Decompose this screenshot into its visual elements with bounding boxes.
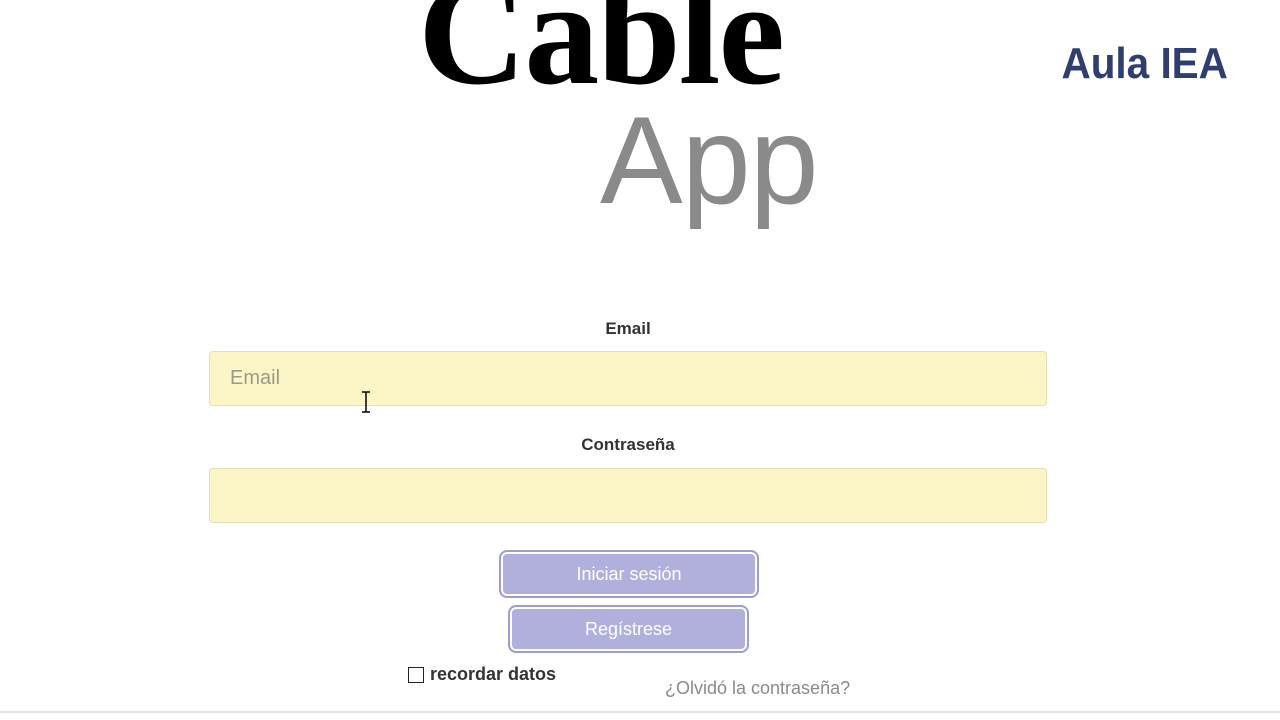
login-page: Cable App Aula IEA Email Contraseña Inic… <box>0 0 1280 720</box>
remember-me[interactable]: recordar datos <box>408 664 556 685</box>
bottom-divider <box>0 711 1280 713</box>
watermark-logo: Aula IEA <box>1061 39 1228 88</box>
register-button[interactable]: Regístrese <box>508 605 749 653</box>
remember-checkbox[interactable] <box>408 666 424 683</box>
email-field[interactable] <box>209 351 1047 406</box>
login-button[interactable]: Iniciar sesión <box>499 550 759 598</box>
email-label: Email <box>605 319 651 338</box>
text-cursor-icon <box>362 391 370 413</box>
logo-app-text: App <box>600 92 819 230</box>
password-field[interactable] <box>209 468 1047 523</box>
password-label: Contraseña <box>581 435 675 454</box>
remember-label: recordar datos <box>430 664 557 684</box>
forgot-password-link[interactable]: ¿Olvidó la contraseña? <box>665 678 850 699</box>
